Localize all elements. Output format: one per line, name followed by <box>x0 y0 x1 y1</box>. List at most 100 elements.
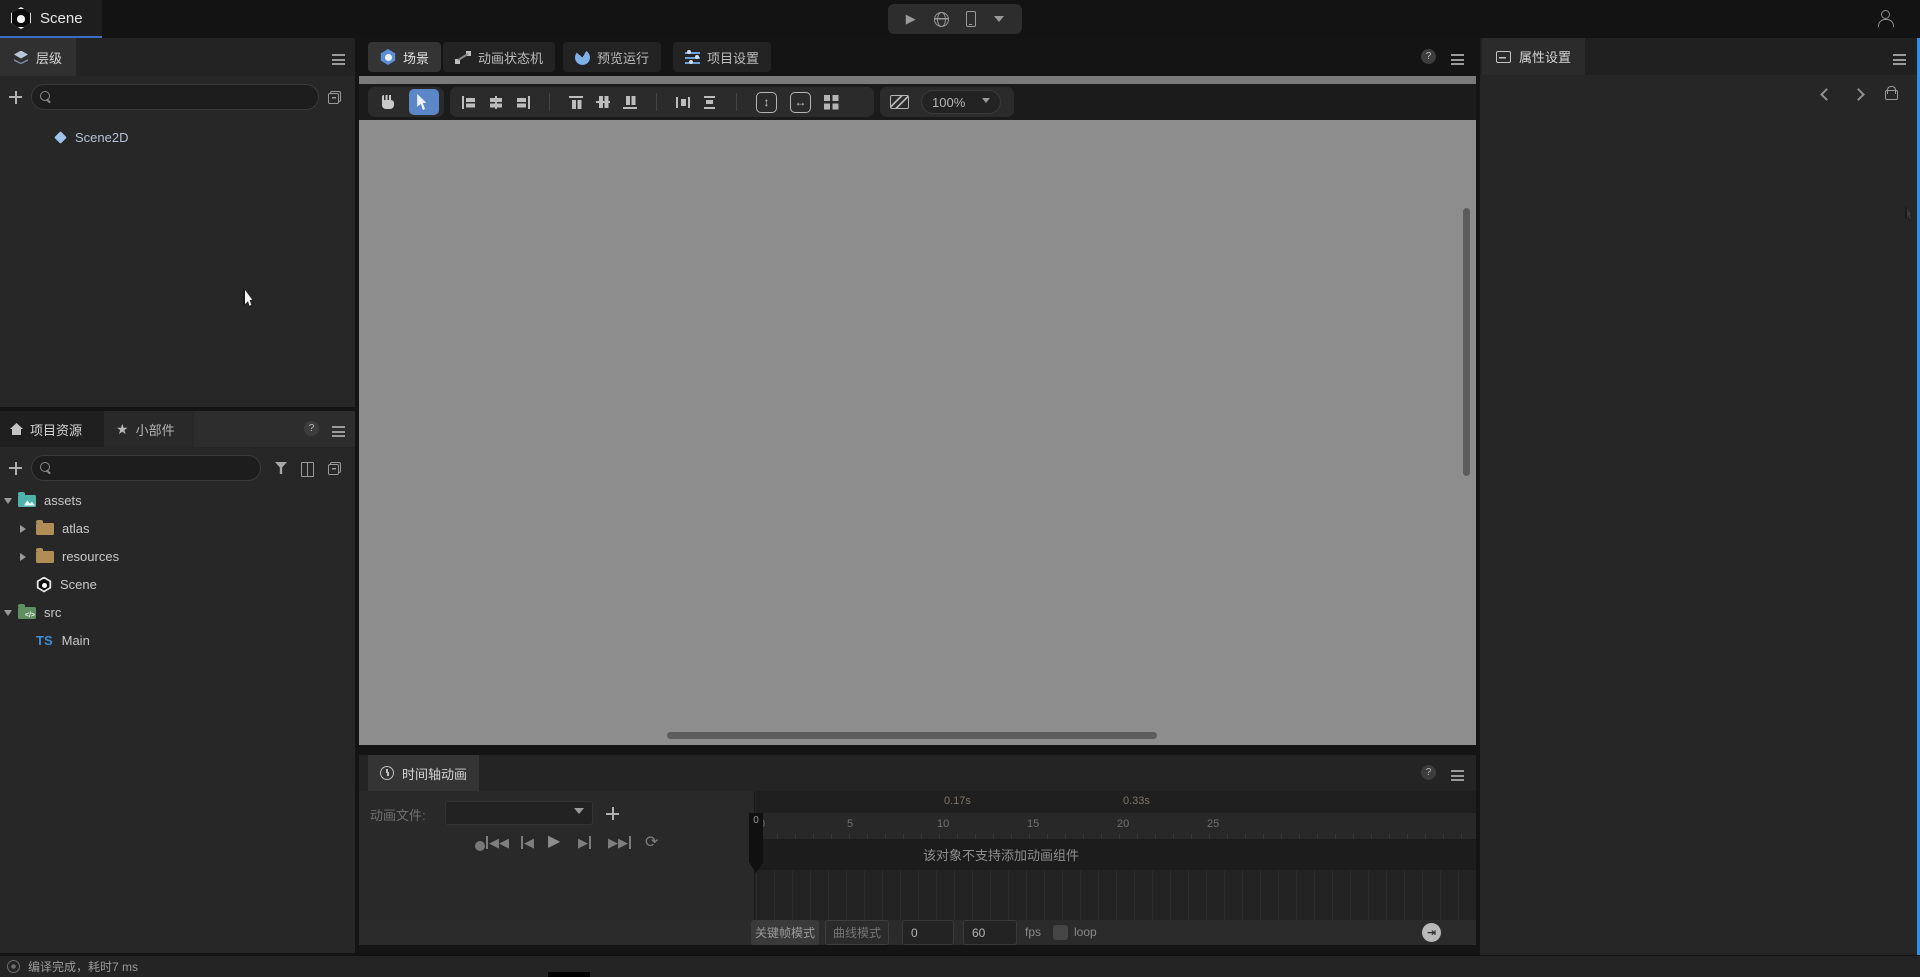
step-forward-icon[interactable]: ▶ <box>578 836 591 849</box>
timeline-ruler-zone[interactable]: 0.17s 0.33s 0 5 10 15 20 25 该对象不支持添加动画组件 <box>756 791 1476 920</box>
help-icon[interactable]: ? <box>1421 765 1436 780</box>
sliders-icon <box>685 51 700 64</box>
app-root: Scene ▶ 层级 Scene2D <box>0 0 1920 977</box>
ruler-seconds-row: 0.17s 0.33s <box>756 791 1476 813</box>
tab-project-resources[interactable]: 项目资源 <box>0 411 104 447</box>
hierarchy-search[interactable] <box>31 84 319 110</box>
state-machine-icon <box>455 51 471 64</box>
scene-hexagon-icon <box>36 577 52 593</box>
zoom-dropdown[interactable]: 100% <box>921 90 1001 114</box>
curve-mode-button[interactable]: 曲线模式 <box>825 920 889 945</box>
lock-icon[interactable] <box>1884 86 1897 100</box>
tab-preview-run[interactable]: 预览运行 <box>563 42 661 72</box>
scene-canvas[interactable] <box>359 120 1476 745</box>
expander-open-icon[interactable] <box>4 610 12 616</box>
nav-forward-icon[interactable] <box>1852 88 1865 101</box>
tab-timeline-animation[interactable]: 时间轴动画 <box>368 755 479 791</box>
folder-icon <box>36 551 54 563</box>
filter-icon[interactable] <box>275 462 287 474</box>
nav-back-icon[interactable] <box>1820 88 1833 101</box>
tree-row-src[interactable]: src <box>0 599 355 626</box>
align-left-icon[interactable] <box>462 96 476 109</box>
screen-fit-icon[interactable] <box>890 95 909 109</box>
expander-closed-icon[interactable] <box>20 553 26 561</box>
mobile-icon[interactable] <box>966 11 976 27</box>
play-icon[interactable]: ▶ <box>906 11 916 27</box>
tab-widgets[interactable]: ★ 小部件 <box>104 411 194 447</box>
columns-view-icon[interactable] <box>301 462 314 475</box>
align-bottom-icon[interactable] <box>623 96 637 109</box>
loop-once-icon[interactable]: ⟳ <box>645 835 658 851</box>
taskbar-notch <box>548 972 590 977</box>
distribute-v-icon[interactable] <box>676 96 690 109</box>
align-right-icon[interactable] <box>516 96 530 109</box>
grid-layout-icon[interactable] <box>824 95 838 109</box>
playhead-flag[interactable]: 0 <box>749 813 763 873</box>
hand-icon <box>380 95 396 110</box>
user-avatar-icon[interactable] <box>1876 10 1893 26</box>
tree-row-assets[interactable]: assets <box>0 487 355 514</box>
stretch-height-icon[interactable]: ↕ <box>756 92 777 113</box>
scene-menu-icon[interactable] <box>1451 54 1464 65</box>
unsupported-message: 该对象不支持添加动画组件 <box>923 845 1079 864</box>
tab-project-settings[interactable]: 项目设置 <box>673 42 771 72</box>
add-asset-icon[interactable] <box>9 462 22 475</box>
collapse-all-icon[interactable] <box>328 462 341 475</box>
assets-search-input[interactable] <box>57 461 252 475</box>
fps-input[interactable] <box>963 920 1017 945</box>
properties-menu-icon[interactable] <box>1893 54 1906 65</box>
hierarchy-menu-icon[interactable] <box>332 54 345 65</box>
tab-scene[interactable]: 场景 <box>368 42 441 72</box>
help-icon[interactable]: ? <box>304 421 319 436</box>
timeline-track-area[interactable] <box>756 869 1476 920</box>
tab-properties[interactable]: 属性设置 <box>1482 38 1585 75</box>
assets-menu-icon[interactable] <box>332 426 345 437</box>
timeline-message-band: 该对象不支持添加动画组件 <box>756 839 1476 869</box>
assets-search-row <box>0 453 355 483</box>
add-anim-file-icon[interactable] <box>606 807 619 820</box>
hierarchy-search-input[interactable] <box>57 90 310 104</box>
step-back-icon[interactable]: ◀ <box>521 836 534 849</box>
tree-row-atlas[interactable]: atlas <box>0 515 355 542</box>
tree-row-scene-file[interactable]: Scene <box>0 571 355 598</box>
ruler-frames-row[interactable]: 0 5 10 15 20 25 <box>756 813 1476 839</box>
distribute-h-icon[interactable] <box>703 96 717 109</box>
skip-to-end-icon[interactable]: ▶▶ <box>608 836 631 849</box>
expander-open-icon[interactable] <box>4 498 12 504</box>
record-icon[interactable] <box>475 841 485 851</box>
tree-row-scene2d[interactable]: Scene2D <box>0 124 355 151</box>
tree-row-main[interactable]: TS Main <box>0 627 355 654</box>
hand-tool-button[interactable] <box>373 89 403 115</box>
properties-panel: 属性设置 <box>1480 38 1920 955</box>
hierarchy-search-row <box>0 82 355 112</box>
collapse-all-icon[interactable] <box>328 91 341 104</box>
loop-checkbox[interactable] <box>1053 925 1068 940</box>
select-tool-button[interactable] <box>409 89 439 115</box>
popout-icon[interactable]: ⇥ <box>1422 923 1441 942</box>
tab-hierarchy[interactable]: 层级 <box>0 38 76 76</box>
keyframe-mode-button[interactable]: 关键帧模式 <box>751 920 819 945</box>
canvas-v-scrollbar[interactable] <box>1463 208 1470 476</box>
anim-file-dropdown[interactable] <box>445 801 593 825</box>
help-icon[interactable]: ? <box>1421 49 1436 64</box>
canvas-h-scrollbar[interactable] <box>667 732 1157 739</box>
caret-down-icon[interactable] <box>994 16 1004 27</box>
fps-label: fps <box>1025 925 1041 939</box>
folder-code-icon <box>18 607 36 619</box>
cube-icon <box>54 131 67 144</box>
skip-to-start-icon[interactable]: ◀◀ <box>486 836 509 849</box>
align-h-center-icon[interactable] <box>596 96 610 109</box>
align-v-center-icon[interactable] <box>489 96 503 109</box>
align-top-icon[interactable] <box>569 96 583 109</box>
timeline-menu-icon[interactable] <box>1451 770 1464 781</box>
tree-row-resources[interactable]: resources <box>0 543 355 570</box>
tab-animation-state-machine[interactable]: 动画状态机 <box>443 42 555 72</box>
stretch-width-icon[interactable]: ↔ <box>790 92 811 113</box>
assets-search[interactable] <box>31 455 261 481</box>
play-icon[interactable]: ▶ <box>548 834 560 850</box>
window-tab-scene[interactable]: Scene <box>0 0 102 38</box>
start-frame-input[interactable] <box>902 920 954 945</box>
expander-closed-icon[interactable] <box>20 525 26 533</box>
globe-icon[interactable] <box>934 12 949 27</box>
add-node-icon[interactable] <box>9 91 22 104</box>
